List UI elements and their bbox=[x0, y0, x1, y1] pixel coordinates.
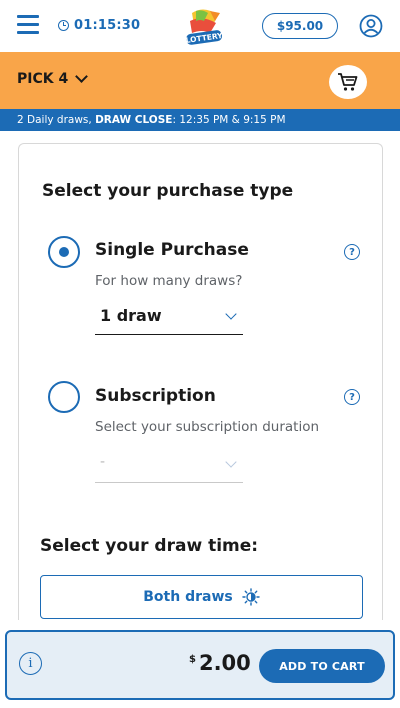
total-price: $ 2.00 bbox=[189, 651, 251, 675]
single-purchase-title: Single Purchase bbox=[95, 240, 249, 260]
single-purchase-radio[interactable] bbox=[48, 236, 80, 268]
menu-icon[interactable] bbox=[17, 14, 39, 34]
single-purchase-help-icon[interactable]: ? bbox=[344, 244, 360, 260]
game-selector[interactable]: PICK 4 bbox=[17, 70, 89, 87]
balance-button[interactable]: $95.00 bbox=[262, 13, 338, 39]
chevron-down-icon bbox=[75, 70, 89, 83]
profile-icon[interactable] bbox=[359, 14, 383, 38]
clock-icon bbox=[58, 19, 69, 31]
draw-time-heading: Select your draw time: bbox=[40, 536, 259, 556]
subscription-help-icon[interactable]: ? bbox=[344, 389, 360, 405]
add-to-cart-button[interactable]: ADD TO CART bbox=[259, 649, 385, 683]
chevron-down-icon bbox=[225, 308, 237, 320]
currency-symbol: $ bbox=[189, 654, 196, 665]
draw-close-label: DRAW CLOSE bbox=[95, 114, 173, 126]
subscription-select-value: - bbox=[100, 454, 106, 470]
both-draws-label: Both draws bbox=[143, 589, 233, 605]
price-amount: 2.00 bbox=[198, 651, 251, 675]
subscription-radio[interactable] bbox=[48, 381, 80, 413]
draw-info-bar: 2 Daily draws, DRAW CLOSE: 12:35 PM & 9:… bbox=[0, 109, 400, 131]
cart-summary: i $ 2.00 ADD TO CART bbox=[5, 630, 395, 700]
single-purchase-subtitle: For how many draws? bbox=[95, 273, 243, 289]
sun-moon-icon bbox=[242, 588, 260, 606]
draws-select[interactable]: 1 draw bbox=[95, 303, 243, 335]
cart-button[interactable] bbox=[329, 65, 367, 99]
draws-select-value: 1 draw bbox=[100, 306, 162, 325]
game-title: PICK 4 bbox=[17, 71, 69, 87]
countdown-timer: 01:15:30 bbox=[58, 16, 140, 34]
subscription-title: Subscription bbox=[95, 386, 216, 406]
both-draws-button[interactable]: Both draws bbox=[40, 575, 363, 619]
chevron-down-icon bbox=[225, 456, 237, 468]
top-bar: 01:15:30 LOTTERY $95.00 bbox=[0, 0, 400, 52]
countdown-text: 01:15:30 bbox=[74, 17, 141, 33]
subscription-duration-select[interactable]: - bbox=[95, 451, 243, 483]
draw-times: : 12:35 PM & 9:15 PM bbox=[172, 114, 286, 126]
info-icon[interactable]: i bbox=[19, 652, 42, 675]
purchase-type-heading: Select your purchase type bbox=[42, 181, 294, 201]
lottery-logo[interactable]: LOTTERY bbox=[182, 7, 226, 47]
cart-footer: i $ 2.00 ADD TO CART bbox=[0, 620, 400, 708]
draw-count: 2 Daily draws, bbox=[17, 114, 92, 126]
cart-icon bbox=[338, 73, 358, 91]
subscription-subtitle: Select your subscription duration bbox=[95, 419, 320, 435]
